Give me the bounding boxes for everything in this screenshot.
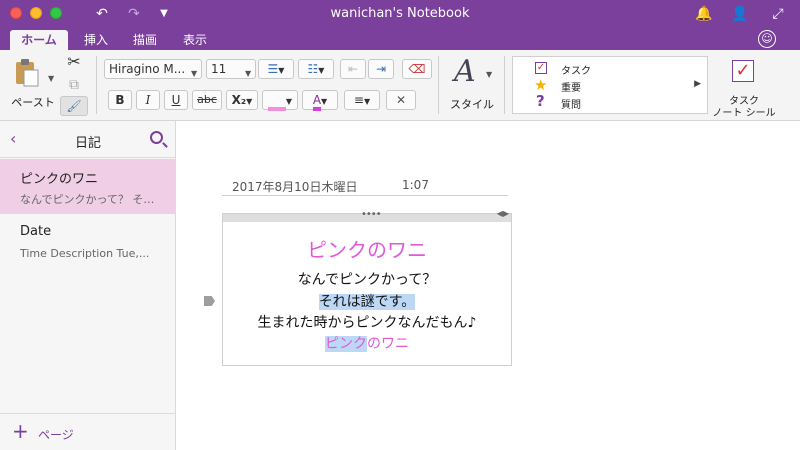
font-color-button[interactable]: A▼ bbox=[302, 90, 338, 111]
strikethrough-button[interactable]: abc bbox=[192, 90, 222, 110]
question-mark-icon: ? bbox=[536, 92, 545, 110]
page-list-item[interactable]: ピンクのワニ なんでピンクかって？ そ… bbox=[0, 159, 176, 214]
eraser-icon: ⌫ bbox=[408, 62, 426, 76]
window-title: wanichan's Notebook bbox=[330, 6, 470, 21]
subscript-button[interactable]: X₂▼ bbox=[226, 90, 258, 110]
page-title: ピンクのワニ bbox=[20, 172, 99, 187]
container-move-handle[interactable]: •••• ◀▶ bbox=[223, 209, 511, 222]
italic-button[interactable]: I bbox=[136, 90, 160, 110]
numbered-list-icon: ☷ bbox=[307, 62, 319, 76]
plus-icon: + bbox=[12, 419, 29, 443]
align-left-icon: ≡ bbox=[353, 93, 364, 107]
redo-icon[interactable]: ↷ bbox=[124, 4, 144, 24]
drag-dots-icon: •••• bbox=[361, 209, 382, 220]
undo-icon[interactable]: ↶ bbox=[92, 4, 112, 24]
zoom-window-button[interactable] bbox=[50, 7, 62, 19]
fullscreen-expand-icon[interactable]: ⤢ bbox=[768, 4, 788, 24]
bullet-list-button[interactable]: ☰▼ bbox=[258, 59, 294, 79]
tab-insert[interactable]: 挿入 bbox=[78, 30, 114, 50]
clipboard-icon bbox=[16, 59, 39, 87]
paragraph-align-button[interactable]: ≡▼ bbox=[344, 90, 380, 110]
ribbon-tab-bar: ホーム 挿入 描画 表示 ☺ bbox=[0, 28, 800, 50]
highlighter-icon bbox=[267, 107, 286, 111]
note-line[interactable]: それは謎です。 bbox=[223, 291, 511, 311]
highlight-color-button[interactable]: ▼ bbox=[262, 90, 298, 111]
note-container[interactable]: •••• ◀▶ ピンクのワニ なんでピンクかって？ それは謎です。 生まれた時か… bbox=[222, 209, 512, 366]
tab-view[interactable]: 表示 bbox=[176, 30, 214, 50]
page-title: Date bbox=[20, 224, 52, 239]
customize-toolbar-icon[interactable]: ▼ bbox=[154, 4, 174, 24]
share-person-add-icon[interactable]: 👤 bbox=[730, 4, 750, 24]
underline-button[interactable]: U bbox=[164, 90, 188, 110]
tag-item-task[interactable]: ✓ タスク bbox=[535, 61, 685, 77]
increase-indent-button[interactable]: ⇥ bbox=[368, 59, 394, 79]
copy-icon[interactable]: ⧉ bbox=[64, 75, 84, 95]
tag-item-important[interactable]: ★ 重要 bbox=[534, 76, 685, 94]
paste-label: ペースト bbox=[11, 96, 55, 109]
font-color-icon: A bbox=[312, 93, 322, 111]
notification-bell-icon[interactable]: 🔔 bbox=[694, 4, 714, 24]
add-page-label: ページ bbox=[38, 428, 74, 442]
ribbon: ▼ ペースト ✂ ⧉ 🖌 Hiragino M... ▼ 11 ▼ ☰▼ ☷▼ … bbox=[0, 50, 800, 121]
minimize-window-button[interactable] bbox=[30, 7, 42, 19]
bullet-list-icon: ☰ bbox=[267, 62, 279, 76]
chevron-down-icon: ▼ bbox=[245, 69, 252, 78]
outdent-icon: ⇤ bbox=[347, 62, 359, 76]
page-list-sidebar: ‹ 日記 ピンクのワニ なんでピンクかって？ そ… Date Time Desc… bbox=[0, 121, 176, 450]
page-time: 1:07 bbox=[402, 178, 429, 192]
note-heading[interactable]: ピンクのワニ bbox=[223, 234, 511, 263]
task-outlook-button[interactable]: ✓ タスク ノート シール bbox=[712, 56, 792, 119]
styles-button[interactable]: A ▼ スタイル bbox=[446, 54, 498, 114]
styles-label: スタイル bbox=[450, 98, 494, 111]
close-window-button[interactable] bbox=[10, 7, 22, 19]
indent-icon: ⇥ bbox=[375, 62, 387, 76]
format-painter-button[interactable]: 🖌 bbox=[60, 96, 88, 116]
title-bar: ↶ ↷ ▼ wanichan's Notebook 🔔 👤 ⤢ bbox=[0, 0, 800, 28]
selected-text[interactable]: それは謎です。 bbox=[318, 294, 416, 310]
paragraph-handle-icon[interactable] bbox=[204, 296, 215, 306]
styles-letter-icon: A bbox=[454, 54, 476, 89]
brush-icon: 🖌 bbox=[66, 99, 82, 113]
note-line[interactable]: ピンクのワニ bbox=[223, 333, 511, 353]
paste-button[interactable]: ▼ ペースト bbox=[8, 56, 55, 109]
page-preview: Time Description Tue,... bbox=[20, 247, 150, 260]
page-date: 2017年8月10日木曜日 bbox=[232, 180, 358, 194]
note-line[interactable]: 生まれた時からピンクなんだもん♪ bbox=[223, 312, 511, 332]
gallery-expand-icon[interactable]: ▶ bbox=[694, 79, 701, 89]
add-page-button[interactable]: + ページ bbox=[0, 413, 176, 450]
tags-gallery: ✓ タスク ★ 重要 ? 質問 ▶ bbox=[512, 56, 708, 114]
font-name-select[interactable]: Hiragino M... ▼ bbox=[104, 59, 202, 79]
page-date-time: 2017年8月10日木曜日 1:07 bbox=[222, 178, 508, 196]
numbered-list-button[interactable]: ☷▼ bbox=[298, 59, 334, 79]
sidebar-header: ‹ 日記 bbox=[0, 121, 176, 158]
resize-arrows-icon[interactable]: ◀▶ bbox=[497, 209, 509, 218]
clear-formatting-button[interactable]: ⌫ bbox=[402, 59, 432, 79]
bold-button[interactable]: B bbox=[108, 90, 132, 110]
tab-draw[interactable]: 描画 bbox=[126, 30, 164, 50]
task-checkbox-icon: ✓ bbox=[732, 60, 754, 82]
feedback-smiley-icon[interactable]: ☺ bbox=[758, 30, 776, 48]
page-preview: なんでピンクかって？ そ… bbox=[20, 193, 155, 206]
note-text-fragment: のワニ bbox=[367, 336, 409, 352]
selected-text[interactable]: ピンク bbox=[325, 336, 367, 352]
checkbox-icon: ✓ bbox=[535, 62, 547, 74]
page-list-item[interactable]: Date Time Description Tue,... bbox=[0, 215, 176, 270]
search-icon[interactable] bbox=[150, 131, 163, 144]
decrease-indent-button[interactable]: ⇤ bbox=[340, 59, 366, 79]
close-x-icon: ✕ bbox=[395, 93, 407, 107]
cut-scissors-icon[interactable]: ✂ bbox=[64, 52, 84, 72]
chevron-down-icon: ▼ bbox=[191, 69, 198, 78]
note-line[interactable]: なんでピンクかって？ bbox=[223, 269, 511, 289]
tag-item-question[interactable]: ? 質問 bbox=[535, 92, 685, 111]
tab-home[interactable]: ホーム bbox=[10, 30, 68, 50]
font-size-select[interactable]: 11 ▼ bbox=[206, 59, 256, 79]
delete-button[interactable]: ✕ bbox=[386, 90, 416, 110]
